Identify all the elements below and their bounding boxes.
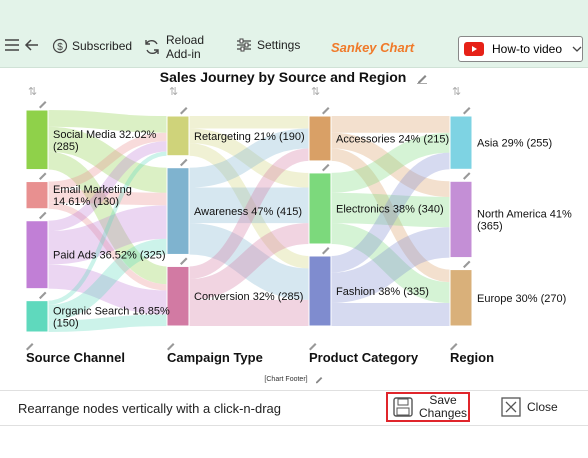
node-label: Europe 30% (270) (477, 293, 566, 305)
edit-node-icon[interactable] (180, 158, 188, 167)
close-label: Close (527, 400, 558, 414)
sort-icon[interactable]: ⇅ (311, 85, 320, 98)
sankey-node[interactable] (308, 172, 332, 245)
sankey-node[interactable] (308, 255, 332, 327)
node-label: Electronics 38% (340) (336, 203, 444, 215)
sankey-link (47, 110, 168, 133)
sankey-node[interactable] (25, 300, 49, 333)
node-label: Asia 29% (255) (477, 138, 552, 150)
sliders-icon (236, 38, 252, 52)
edit-node-icon[interactable] (39, 291, 47, 300)
edit-node-icon[interactable] (39, 211, 47, 220)
chevron-down-icon (572, 45, 582, 53)
stage-label[interactable]: Campaign Type (167, 350, 263, 365)
reload-label: Reload (166, 33, 205, 47)
refresh-icon (143, 38, 161, 56)
sankey-node[interactable] (25, 220, 49, 290)
chart-footer-text: [Chart Footer] (264, 375, 308, 383)
reload-addin-button[interactable]: Reload Add-in (143, 33, 204, 61)
edit-node-icon[interactable] (322, 246, 330, 255)
save-changes-button[interactable]: Save Changes (386, 392, 470, 422)
node-label: Retargeting 21% (190) (194, 131, 305, 143)
node-label: Awareness 47% (415) (194, 206, 302, 218)
svg-text:$: $ (57, 42, 63, 53)
sort-icon[interactable]: ⇅ (169, 85, 178, 98)
sankey-node[interactable] (25, 109, 49, 171)
node-label: Paid Ads 36.52% (325) (53, 250, 166, 262)
howto-video-button[interactable]: How-to video (458, 36, 583, 62)
subscribed-button[interactable]: $ Subscribed (52, 38, 132, 54)
node-label: Conversion 32% (285) (194, 291, 303, 303)
edit-node-icon[interactable] (39, 101, 47, 109)
sort-icon[interactable]: ⇅ (28, 85, 37, 98)
edit-node-icon[interactable] (180, 257, 188, 265)
sankey-node[interactable] (449, 115, 473, 170)
sankey-node[interactable] (449, 180, 473, 259)
menu-icon[interactable] (4, 38, 20, 52)
edit-node-icon[interactable] (463, 260, 471, 269)
chart-footer[interactable]: [Chart Footer] (0, 374, 588, 384)
sankey-node[interactable] (166, 115, 190, 157)
close-icon (501, 397, 521, 417)
drag-hint: Rearrange nodes vertically with a click-… (18, 401, 282, 416)
edit-node-icon[interactable] (463, 107, 471, 115)
subscribed-label: Subscribed (72, 39, 133, 53)
toolbar: $ Subscribed Reload Add-in Settings Sank… (0, 0, 588, 68)
youtube-icon (464, 42, 484, 56)
node-label: North America 41% (365) (477, 208, 572, 232)
bottom-bar: Rearrange nodes vertically with a click-… (0, 390, 588, 426)
settings-label: Settings (257, 38, 301, 52)
sort-icon[interactable]: ⇅ (452, 85, 461, 98)
sankey-node[interactable] (25, 181, 49, 210)
edit-node-icon[interactable] (180, 107, 188, 115)
sankey-node[interactable] (449, 269, 473, 327)
node-label: Fashion 38% (335) (336, 286, 429, 298)
sankey-node[interactable] (166, 167, 190, 255)
changes-label: Changes (419, 406, 468, 420)
back-arrow-icon[interactable] (24, 38, 40, 52)
addin-label: Add-in (166, 47, 201, 61)
sankey-chart: Social Media 32.02% (285)Email Marketing 1… (25, 85, 572, 365)
node-label: Accessories 24% (215) (336, 133, 449, 145)
settings-button[interactable]: Settings (236, 38, 300, 52)
edit-node-icon[interactable] (463, 172, 471, 180)
node-label: Email Marketing 14.61% (130) (53, 184, 132, 208)
save-icon (393, 397, 413, 417)
close-button[interactable]: Close (501, 397, 558, 417)
edit-node-icon[interactable] (39, 172, 47, 181)
edit-footer-icon[interactable] (314, 374, 324, 384)
app-title: Sankey Chart (331, 40, 415, 55)
stage-label[interactable]: Product Category (309, 350, 419, 365)
dollar-icon: $ (52, 38, 68, 54)
stage-label[interactable]: Region (450, 350, 494, 365)
sankey-node[interactable] (308, 115, 332, 162)
stage-label[interactable]: Source Channel (26, 350, 125, 365)
sankey-node[interactable] (166, 265, 190, 327)
howto-label: How-to video (492, 42, 563, 56)
edit-node-icon[interactable] (322, 107, 330, 115)
edit-node-icon[interactable] (322, 163, 330, 172)
